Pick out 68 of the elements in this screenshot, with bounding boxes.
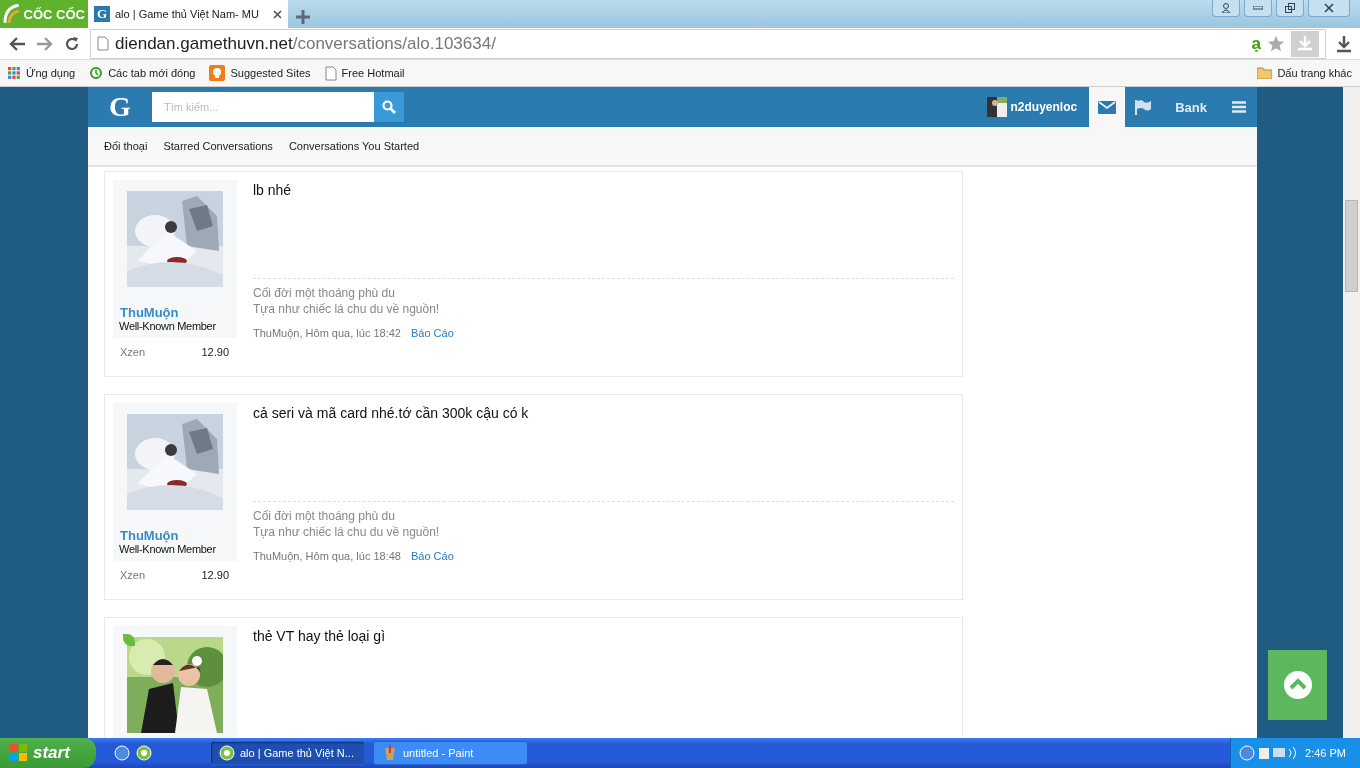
message-text: lb nhé	[253, 182, 293, 200]
clock: 2:46 PM	[1305, 747, 1346, 759]
bookmark-link[interactable]: Ứng dụng	[8, 66, 76, 80]
signature-line: Tựa như chiếc lá chu du về nguồn!	[253, 301, 441, 317]
search-button[interactable]	[374, 92, 404, 122]
close-button[interactable]	[1308, 0, 1350, 17]
search-icon	[382, 100, 396, 114]
chevron-up-icon	[1282, 670, 1313, 700]
taskbar-button[interactable]: alo | Game thủ Việt N...	[210, 741, 365, 765]
apps-grid-icon	[8, 66, 21, 80]
bookmark-link[interactable]: Free Hotmail	[324, 65, 405, 81]
page-icon	[97, 36, 109, 51]
windows-logo-icon	[10, 744, 28, 762]
folder-icon	[1257, 67, 1273, 79]
stat-label: Xzen	[120, 569, 146, 583]
minimize-icon	[1253, 6, 1263, 10]
new-tab-icon[interactable]	[296, 10, 310, 24]
stat-label: Xzen	[120, 346, 146, 360]
signature-line: Cối đời một thoáng phù du	[253, 285, 396, 301]
star-icon[interactable]	[1267, 34, 1285, 53]
history-icon	[89, 66, 104, 80]
signature-line: Cối đời một thoáng phù du	[253, 508, 396, 524]
stat-value: 12.90	[201, 569, 229, 583]
menu-icon	[1232, 101, 1246, 113]
envelope-icon	[1098, 100, 1117, 114]
logo-icon	[3, 3, 21, 25]
browser-tab[interactable]: G alo | Game thủ Việt Nam- MU	[88, 0, 288, 28]
close-icon	[1324, 3, 1334, 13]
reload-icon[interactable]	[64, 35, 80, 52]
flag-icon	[1135, 99, 1152, 115]
user-title: Well-Known Member	[119, 320, 217, 332]
lightbulb-icon	[209, 65, 226, 81]
bookmark-link[interactable]: Suggested Sites	[209, 65, 311, 81]
stat-value: 12.90	[201, 346, 229, 360]
message-text: cả seri và mã card nhé.tớ cần 300k cậu có k	[253, 405, 530, 423]
search-field[interactable]: Tìm kiếm...	[152, 92, 374, 122]
site-logo[interactable]: G	[88, 91, 152, 123]
restore-icon	[1285, 3, 1295, 13]
bank-link[interactable]: Bank	[1161, 87, 1221, 127]
restore-button[interactable]	[1276, 0, 1304, 17]
forward-icon[interactable]	[36, 35, 54, 52]
message-meta: ThuMuộn, Hôm qua, lúc 18:42	[253, 327, 401, 339]
back-icon[interactable]	[8, 35, 26, 52]
download-icon[interactable]	[1336, 34, 1352, 53]
inbox-tab[interactable]	[1089, 87, 1126, 127]
user-title: Well-Known Member	[119, 543, 217, 555]
subnav-link[interactable]: Đối thoại	[104, 140, 148, 152]
address-bar[interactable]: diendan.gamethuvn.net/conversations/alo.103634/ ạ	[90, 28, 1326, 59]
report-link[interactable]: Báo Cáo	[411, 550, 454, 562]
brand-name: CỐC CỐC	[23, 6, 85, 22]
person-icon	[1221, 3, 1231, 13]
close-icon[interactable]	[273, 9, 282, 19]
scroll-top-button[interactable]	[1268, 650, 1327, 720]
message-meta: ThuMuộn, Hôm qua, lúc 18:48	[253, 550, 401, 562]
paint-icon	[382, 745, 398, 761]
site-favicon: G	[94, 6, 110, 22]
scrollbar[interactable]	[1343, 87, 1360, 738]
profile-button[interactable]	[1212, 0, 1240, 17]
page-icon	[324, 65, 337, 81]
bookmark-link[interactable]: Các tab mới đóng	[89, 66, 196, 80]
message-text: thẻ VT hay thẻ loại gì	[253, 628, 387, 646]
url-text: diendan.gamethuvn.net/conversations/alo.103634/	[115, 33, 496, 54]
report-link[interactable]: Báo Cáo	[411, 327, 454, 339]
subnav-link[interactable]: Starred Conversations	[163, 140, 273, 152]
subnav-link[interactable]: Conversations You Started	[288, 140, 420, 152]
signature-line: Tựa như chiếc lá chu du về nguồn!	[253, 524, 441, 540]
user-menu[interactable]: n2duyenloc	[974, 87, 1090, 127]
bookmark-folder[interactable]: Dấu trang khác	[1257, 67, 1352, 79]
